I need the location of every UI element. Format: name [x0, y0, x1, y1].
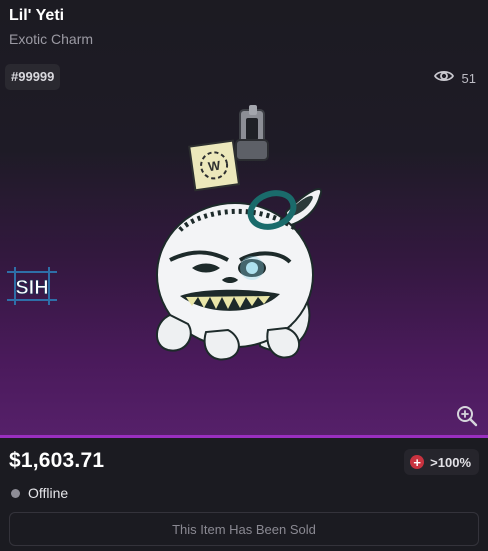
- sih-logo: SIH: [7, 267, 57, 305]
- divider: [0, 435, 488, 438]
- view-count: 51: [461, 71, 476, 86]
- item-id-badge: #99999: [5, 64, 61, 90]
- price-change-badge: + >100%: [404, 449, 479, 475]
- zoom-button[interactable]: [451, 400, 483, 432]
- status-dot: [11, 488, 20, 498]
- charm-clip: [235, 105, 269, 161]
- view-counter: 51: [433, 69, 476, 88]
- svg-text:SIH: SIH: [15, 277, 48, 299]
- price-change-value: >100%: [430, 454, 471, 470]
- item-price: $1,603.71: [9, 449, 105, 472]
- status-label: Offline: [28, 485, 69, 501]
- plus-circle-icon: +: [410, 455, 425, 469]
- item-category: Exotic Charm: [9, 31, 94, 47]
- sold-button[interactable]: This Item Has Been Sold: [9, 512, 479, 546]
- item-image: W: [156, 105, 323, 361]
- item-card: Lil' Yeti Exotic Charm #99999 51 W SIH $…: [0, 0, 488, 551]
- charm-tag: W: [188, 139, 241, 192]
- eye-icon: [433, 69, 454, 88]
- item-name: Lil' Yeti: [9, 7, 65, 24]
- seller-status: Offline: [11, 485, 68, 501]
- zoom-in-icon: [457, 406, 478, 427]
